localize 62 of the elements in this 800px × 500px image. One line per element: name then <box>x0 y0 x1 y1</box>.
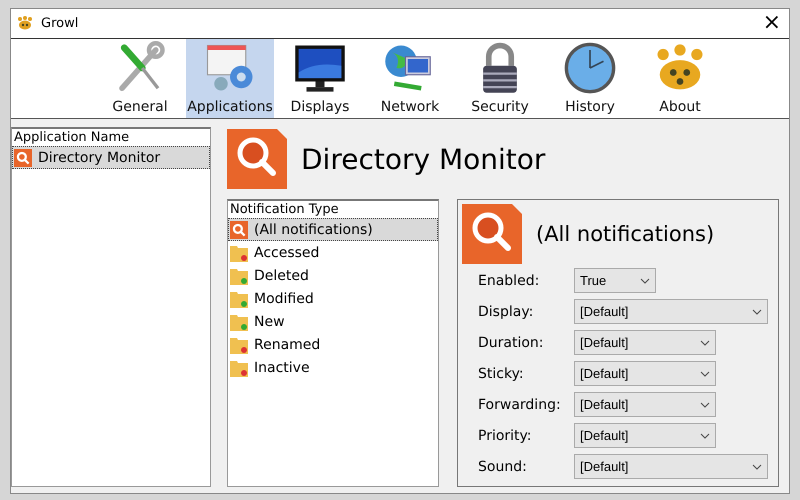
magnifier-icon <box>14 148 32 166</box>
magnifier-icon <box>462 204 522 264</box>
setting-label: Sticky: <box>477 366 525 382</box>
application-item[interactable]: Directory Monitor <box>12 146 210 169</box>
clock-icon <box>563 41 617 95</box>
notification-item[interactable]: (All notifications) <box>228 218 438 241</box>
toolbar-tab[interactable]: Applications <box>186 38 274 118</box>
setting-label: Priority: <box>477 428 533 444</box>
setting-label: Display: <box>477 304 534 320</box>
toolbar-tab[interactable]: Security <box>456 38 544 118</box>
notification-item[interactable]: Modified <box>228 287 438 310</box>
notification-item[interactable]: Accessed <box>228 241 438 264</box>
notification-name: Inactive <box>254 360 310 376</box>
dropdown[interactable]: [Default] <box>574 361 716 386</box>
folder-icon <box>230 244 248 262</box>
dropdown[interactable]: [Default] <box>574 392 716 417</box>
application-name: Directory Monitor <box>38 150 160 166</box>
chevron-down-icon <box>752 308 762 314</box>
dropdown[interactable]: [Default] <box>574 299 768 324</box>
dropdown[interactable]: True <box>574 268 656 293</box>
notification-item[interactable]: New <box>228 310 438 333</box>
dropdown[interactable]: [Default] <box>574 330 716 355</box>
folder-icon <box>230 358 248 376</box>
chevron-down-icon <box>752 464 762 470</box>
paw-icon <box>17 15 33 32</box>
magnifier-icon <box>230 220 248 238</box>
magnifier-icon <box>227 129 287 189</box>
notification-name: (All notifications) <box>254 222 373 238</box>
chevron-down-icon <box>700 432 710 438</box>
application-title: Directory Monitor <box>301 142 546 176</box>
setting-label: Sound: <box>477 458 528 474</box>
notification-name: Renamed <box>254 336 320 352</box>
notification-name: Deleted <box>254 268 309 284</box>
notification-name: New <box>254 314 285 330</box>
close-button[interactable]: × <box>760 12 783 34</box>
window-title: Growl <box>41 16 80 31</box>
setting-label: Enabled: <box>477 272 540 288</box>
chevron-down-icon <box>700 370 710 376</box>
toolbar-tab[interactable]: Network <box>366 38 454 118</box>
folder-icon <box>230 336 248 354</box>
toolbar-tab[interactable]: History <box>546 38 634 118</box>
folder-icon <box>230 312 248 330</box>
setting-label: Forwarding: <box>477 396 562 412</box>
dropdown[interactable]: [Default] <box>574 454 768 479</box>
dropdown[interactable]: [Default] <box>574 423 716 448</box>
chevron-down-icon <box>640 278 650 284</box>
notification-name: Modified <box>254 290 314 306</box>
notification-item[interactable]: Renamed <box>228 333 438 356</box>
notification-item[interactable]: Deleted <box>228 264 438 287</box>
notification-title: (All notifications) <box>536 222 714 246</box>
folder-icon <box>230 266 248 284</box>
notification-item[interactable]: Inactive <box>228 356 438 379</box>
toolbar-tab[interactable]: General <box>96 38 184 118</box>
column-header: Notification Type <box>229 201 340 218</box>
column-header: Application Name <box>13 129 130 146</box>
notification-name: Accessed <box>254 244 320 260</box>
folder-icon <box>230 290 248 308</box>
toolbar-tab[interactable]: Displays <box>276 38 364 118</box>
chevron-down-icon <box>700 340 710 346</box>
toolbar-tab[interactable]: About <box>636 38 724 118</box>
setting-label: Duration: <box>477 334 545 350</box>
chevron-down-icon <box>700 402 710 408</box>
